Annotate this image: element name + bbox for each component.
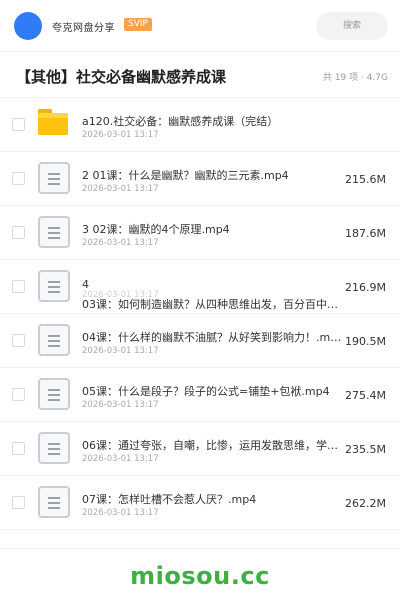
item-checkbox[interactable] bbox=[12, 118, 25, 131]
file-size: 216.9M bbox=[345, 281, 386, 294]
list-item[interactable]: 07课：怎样吐槽不会惹人厌？.mp4 2026-03-01 13:17 262.… bbox=[0, 476, 400, 530]
list-item[interactable]: 06课：通过夸张，自嘲，比惨，运用发散思维，学会自… 2026-03-01 13… bbox=[0, 422, 400, 476]
file-date: 2026-03-01 13:17 bbox=[82, 130, 159, 140]
file-date: 2026-03-01 13:17 bbox=[82, 238, 159, 248]
list-item[interactable]: 4 2026-03-01 13:17 03课：如何制造幽默？从四种思维出发，百分… bbox=[0, 260, 400, 314]
file-size: 190.5M bbox=[345, 335, 386, 348]
file-date: 2026-03-01 13:17 bbox=[82, 508, 159, 518]
svip-badge: SVIP bbox=[124, 18, 152, 31]
share-name: 夸克网盘分享 bbox=[52, 23, 115, 34]
folder-icon bbox=[38, 108, 70, 140]
item-checkbox[interactable] bbox=[12, 496, 25, 509]
file-size: 187.6M bbox=[345, 227, 386, 240]
file-name: a120.社交必备：幽默感养成课（完结） bbox=[82, 115, 279, 128]
list-item[interactable]: a120.社交必备：幽默感养成课（完结） 2026-03-01 13:17 bbox=[0, 98, 400, 152]
document-icon bbox=[38, 216, 70, 248]
divider bbox=[0, 548, 400, 549]
watermark: miosou.cc bbox=[130, 562, 270, 590]
file-date: 2026-03-01 13:17 bbox=[82, 454, 159, 464]
document-icon bbox=[38, 486, 70, 518]
item-checkbox[interactable] bbox=[12, 172, 25, 185]
file-size: 215.6M bbox=[345, 173, 386, 186]
document-icon bbox=[38, 270, 70, 302]
file-date: 2026-03-01 13:17 bbox=[82, 184, 159, 194]
folder-meta: 共 19 项 · 4.7G bbox=[322, 73, 388, 83]
page-title: 【其他】社交必备幽默感养成课 bbox=[16, 68, 227, 86]
file-size: 235.5M bbox=[345, 443, 386, 456]
folder-titlebar: 【其他】社交必备幽默感养成课 共 19 项 · 4.7G bbox=[0, 52, 400, 98]
file-name: 06课：通过夸张，自嘲，比惨，运用发散思维，学会自… bbox=[82, 439, 344, 452]
document-icon bbox=[38, 378, 70, 410]
file-name: 05课：什么是段子？段子的公式=铺垫+包袱.mp4 bbox=[82, 385, 330, 398]
document-icon bbox=[38, 432, 70, 464]
list-item[interactable]: 04课：什么样的幽默不油腻？从好笑到影响力！.mp4 2026-03-01 13… bbox=[0, 314, 400, 368]
file-size: 262.2M bbox=[345, 497, 386, 510]
item-checkbox[interactable] bbox=[12, 226, 25, 239]
file-name: 04课：什么样的幽默不油腻？从好笑到影响力！.mp4 bbox=[82, 331, 344, 344]
file-date: 2026-03-01 13:17 bbox=[82, 346, 159, 356]
header: 夸克网盘分享 SVIP 搜索 bbox=[0, 0, 400, 52]
file-list: a120.社交必备：幽默感养成课（完结） 2026-03-01 13:17 2 … bbox=[0, 98, 400, 530]
file-size: 275.4M bbox=[345, 389, 386, 402]
avatar[interactable] bbox=[14, 12, 42, 40]
document-icon bbox=[38, 162, 70, 194]
item-checkbox[interactable] bbox=[12, 334, 25, 347]
list-item[interactable]: 2 01课：什么是幽默？幽默的三元素.mp4 2026-03-01 13:17 … bbox=[0, 152, 400, 206]
file-date: 2026-03-01 13:17 bbox=[82, 400, 159, 410]
item-checkbox[interactable] bbox=[12, 388, 25, 401]
file-name: 3 02课：幽默的4个原理.mp4 bbox=[82, 223, 230, 236]
file-name-line2: 03课：如何制造幽默？从四种思维出发，百分百中… bbox=[82, 298, 338, 311]
share-page: 夸克网盘分享 SVIP 搜索 【其他】社交必备幽默感养成课 共 19 项 · 4… bbox=[0, 0, 400, 600]
item-checkbox[interactable] bbox=[12, 442, 25, 455]
search-button[interactable]: 搜索 bbox=[316, 12, 388, 40]
list-item[interactable]: 3 02课：幽默的4个原理.mp4 2026-03-01 13:17 187.6… bbox=[0, 206, 400, 260]
file-name: 07课：怎样吐槽不会惹人厌？.mp4 bbox=[82, 493, 257, 506]
file-name: 2 01课：什么是幽默？幽默的三元素.mp4 bbox=[82, 169, 289, 182]
document-icon bbox=[38, 324, 70, 356]
item-checkbox[interactable] bbox=[12, 280, 25, 293]
list-item[interactable]: 05课：什么是段子？段子的公式=铺垫+包袱.mp4 2026-03-01 13:… bbox=[0, 368, 400, 422]
